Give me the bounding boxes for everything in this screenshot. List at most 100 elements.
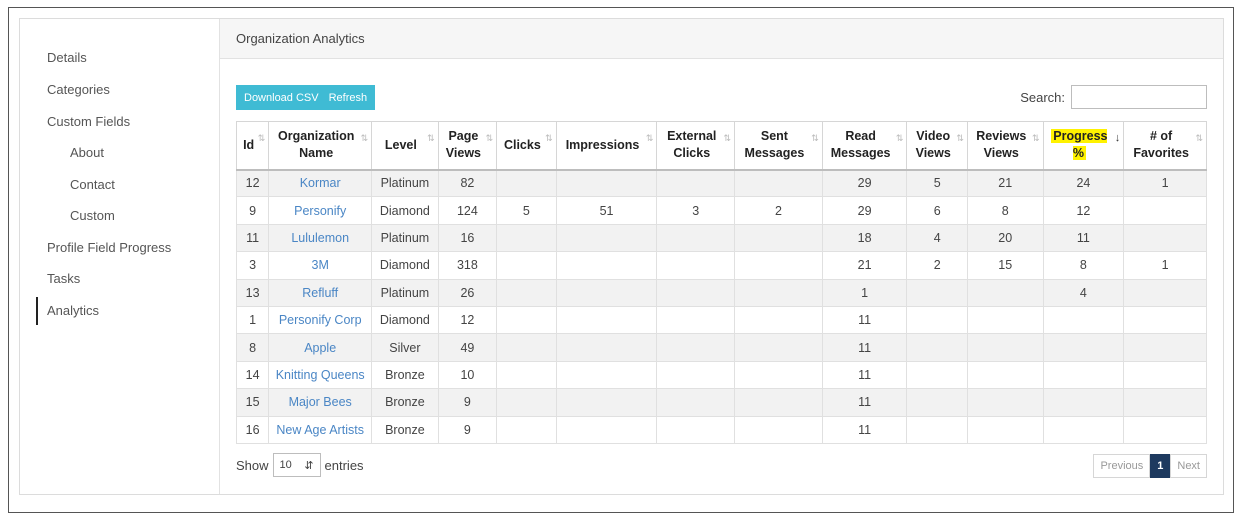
sidebar-item-custom[interactable]: Custom bbox=[70, 208, 115, 223]
cell-sent-messages bbox=[734, 360, 823, 390]
column-header-external-clicks[interactable]: External Clicks ⇅ bbox=[656, 121, 736, 171]
table-row: 14 Knitting Queens Bronze 10 11 bbox=[235, 360, 1207, 390]
sort-arrows-icon: ⇅ bbox=[545, 133, 553, 143]
cell-favorites bbox=[1123, 360, 1207, 390]
table-row: 16 New Age Artists Bronze 9 11 bbox=[235, 415, 1207, 444]
cell-level: Bronze bbox=[371, 388, 439, 417]
cell-reviews-views bbox=[966, 388, 1044, 417]
column-header-clicks[interactable]: Clicks ⇅ bbox=[496, 121, 557, 171]
cell-sent-messages bbox=[734, 388, 823, 417]
cell-reviews-views bbox=[966, 278, 1044, 307]
organization-link[interactable]: Kormar bbox=[268, 168, 373, 198]
column-header-line1: Sent bbox=[760, 129, 788, 144]
cell-clicks bbox=[496, 388, 557, 417]
cell-favorites: 1 bbox=[1123, 168, 1207, 198]
organization-link[interactable]: New Age Artists bbox=[268, 415, 373, 444]
cell-progress-percent bbox=[1042, 388, 1125, 417]
organization-link[interactable]: Knitting Queens bbox=[268, 360, 373, 390]
cell-id: 15 bbox=[235, 388, 270, 417]
refresh-button[interactable]: Refresh bbox=[329, 92, 368, 104]
cell-id: 3 bbox=[235, 251, 270, 280]
page-length-select[interactable]: 10 ⇵ bbox=[272, 453, 321, 477]
cell-level: Silver bbox=[371, 333, 439, 362]
cell-id: 13 bbox=[235, 278, 270, 307]
cell-impressions: 51 bbox=[555, 196, 658, 225]
column-header-label: Video Views bbox=[916, 129, 951, 160]
organization-link[interactable]: Lululemon bbox=[268, 223, 373, 253]
cell-level: Platinum bbox=[371, 278, 439, 307]
search-input[interactable] bbox=[1071, 85, 1207, 109]
cell-external-clicks bbox=[656, 251, 736, 280]
organization-link[interactable]: Refluff bbox=[268, 278, 373, 307]
pager-previous-button[interactable]: Previous bbox=[1093, 454, 1151, 478]
organization-link[interactable]: Personify bbox=[268, 196, 373, 225]
sidebar-item-contact[interactable]: Contact bbox=[70, 177, 115, 192]
cell-read-messages: 11 bbox=[821, 333, 908, 362]
sidebar-item-tasks[interactable]: Tasks bbox=[47, 271, 80, 286]
cell-read-messages: 18 bbox=[821, 223, 908, 253]
table-row: 12 Kormar Platinum 82 29 5 21 24 1 bbox=[235, 168, 1207, 198]
sidebar-item-profile-field-progress[interactable]: Profile Field Progress bbox=[47, 240, 171, 255]
cell-impressions bbox=[555, 360, 658, 390]
column-header-id[interactable]: Id ⇅ bbox=[235, 121, 270, 171]
cell-clicks: 5 bbox=[496, 196, 557, 225]
column-header-level[interactable]: Level ⇅ bbox=[371, 121, 439, 171]
cell-impressions bbox=[555, 251, 658, 280]
column-header-line1: External bbox=[667, 129, 717, 144]
cell-id: 16 bbox=[235, 415, 270, 444]
column-header-line1: Progress bbox=[1053, 129, 1108, 144]
column-header-label: External Clicks bbox=[667, 129, 716, 160]
cell-clicks bbox=[496, 168, 557, 198]
column-header-line1: Id bbox=[243, 137, 255, 152]
organization-link[interactable]: Apple bbox=[268, 333, 373, 362]
cell-impressions bbox=[555, 168, 658, 198]
organization-link[interactable]: Personify Corp bbox=[268, 305, 373, 335]
column-header-label: Progress% bbox=[1051, 129, 1108, 161]
column-header-favorites[interactable]: # of Favorites ⇅ bbox=[1123, 121, 1207, 171]
organization-link[interactable]: 3M bbox=[268, 251, 373, 280]
sidebar-item-custom-fields[interactable]: Custom Fields bbox=[47, 114, 130, 129]
column-header-label: Impressions bbox=[566, 138, 640, 152]
organization-link[interactable]: Major Bees bbox=[268, 388, 373, 417]
cell-reviews-views bbox=[966, 360, 1044, 390]
export-button-group: Download CSV Refresh bbox=[236, 85, 376, 110]
cell-clicks bbox=[496, 223, 557, 253]
column-header-label: Id bbox=[243, 138, 254, 152]
pager-next-button[interactable]: Next bbox=[1170, 454, 1207, 478]
cell-reviews-views: 15 bbox=[966, 251, 1044, 280]
column-header-organization-name[interactable]: Organization Name ⇅ bbox=[268, 121, 373, 171]
column-header-page-views[interactable]: Page Views ⇅ bbox=[437, 121, 498, 171]
column-header-video-views[interactable]: Video Views ⇅ bbox=[906, 121, 968, 171]
cell-clicks bbox=[496, 278, 557, 307]
sort-arrows-icon: ⇅ bbox=[1032, 133, 1040, 143]
cell-video-views bbox=[906, 333, 968, 362]
sidebar-item-categories[interactable]: Categories bbox=[47, 82, 110, 97]
sidebar-item-analytics[interactable]: Analytics bbox=[47, 303, 99, 318]
column-header-line2: Favorites bbox=[1133, 146, 1189, 161]
entries-label: entries bbox=[324, 457, 364, 473]
cell-video-views bbox=[906, 415, 968, 444]
column-header-sent-messages[interactable]: Sent Messages ⇅ bbox=[734, 121, 823, 171]
updown-caret-icon: ⇵ bbox=[304, 459, 314, 472]
cell-level: Platinum bbox=[371, 223, 439, 253]
cell-sent-messages bbox=[734, 333, 823, 362]
download-csv-button[interactable]: Download CSV bbox=[244, 92, 319, 104]
analytics-panel: Organization Analytics Download CSV Refr… bbox=[220, 19, 1223, 494]
cell-level: Diamond bbox=[371, 196, 439, 225]
cell-level: Bronze bbox=[371, 360, 439, 390]
column-header-read-messages[interactable]: Read Messages ⇅ bbox=[821, 121, 908, 171]
cell-video-views: 2 bbox=[906, 251, 968, 280]
active-indicator bbox=[36, 297, 38, 325]
sidebar-item-about[interactable]: About bbox=[70, 145, 104, 160]
cell-page-views: 12 bbox=[437, 305, 498, 335]
column-header-reviews-views[interactable]: Reviews Views ⇅ bbox=[966, 121, 1044, 171]
cell-page-views: 318 bbox=[437, 251, 498, 280]
column-header-impressions[interactable]: Impressions ⇅ bbox=[555, 121, 658, 171]
column-header-progress-percent[interactable]: Progress% ↓ bbox=[1042, 121, 1125, 171]
cell-read-messages: 11 bbox=[821, 305, 908, 335]
pager-page-1[interactable]: 1 bbox=[1150, 454, 1171, 478]
cell-sent-messages bbox=[734, 223, 823, 253]
column-header-line1: Level bbox=[384, 137, 417, 152]
cell-video-views bbox=[906, 360, 968, 390]
sidebar-item-details[interactable]: Details bbox=[47, 50, 87, 65]
